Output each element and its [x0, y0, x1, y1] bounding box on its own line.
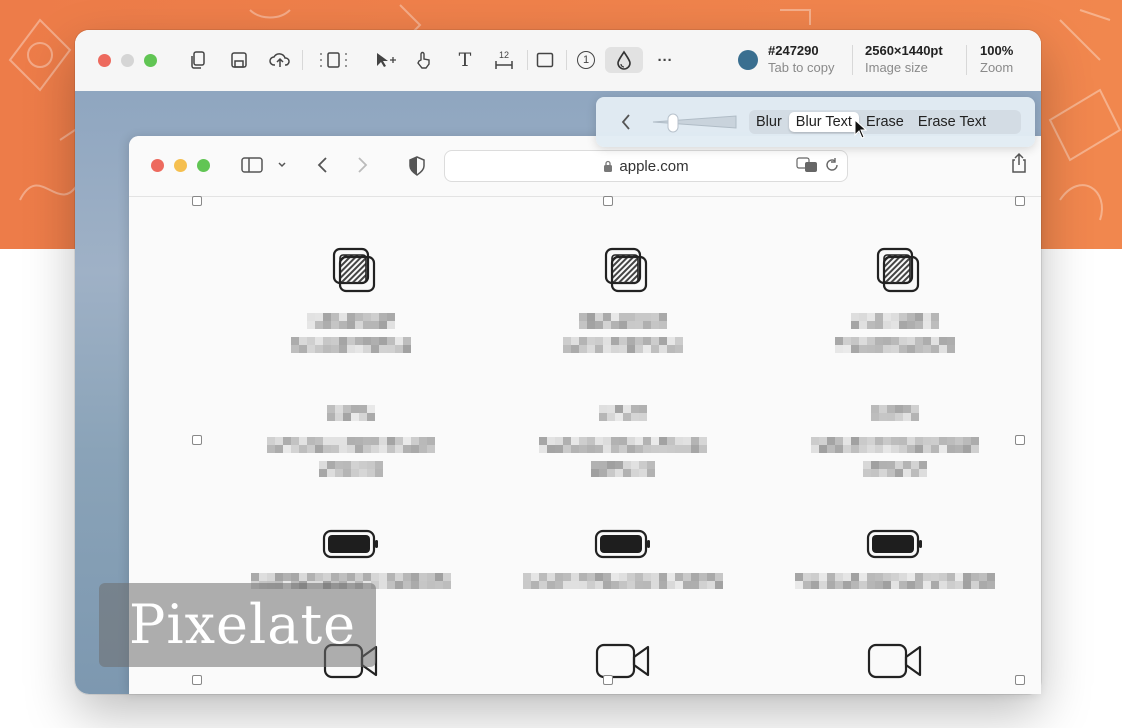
image-size-value: 2560×1440pt — [865, 43, 943, 58]
pixelated-text — [599, 405, 647, 421]
close-button[interactable] — [98, 54, 111, 67]
selection-handle[interactable] — [192, 196, 202, 206]
pixelate-options-popover: Blur Blur Text Erase Erase Text — [596, 97, 1035, 147]
pixelated-text — [307, 313, 395, 329]
zoom-info[interactable]: 100% Zoom — [980, 43, 1013, 75]
lock-icon — [604, 160, 613, 172]
toolbar-separator — [302, 50, 303, 70]
forward-icon[interactable] — [357, 156, 369, 179]
image-size-label: Image size — [865, 60, 928, 75]
color-info[interactable]: #247290 Tab to copy — [768, 43, 835, 75]
battery-icon — [594, 529, 650, 559]
size-slider[interactable] — [652, 112, 738, 139]
layers-icon — [876, 247, 920, 293]
selection-handle[interactable] — [192, 435, 202, 445]
pixelated-text — [291, 337, 411, 353]
mode-blur[interactable]: Blur — [749, 112, 789, 132]
zoom-button[interactable] — [144, 54, 157, 67]
mode-erase-text[interactable]: Erase Text — [911, 112, 993, 132]
select-arrow-icon[interactable] — [370, 47, 402, 73]
battery-icon — [322, 529, 378, 559]
privacy-shield-icon[interactable] — [408, 156, 426, 181]
ruler-value: 12 — [498, 49, 509, 60]
mouse-cursor-icon — [854, 118, 868, 144]
battery-icon — [866, 529, 922, 559]
text-tool-icon[interactable]: T — [451, 47, 479, 73]
toolbar-separator — [966, 45, 967, 75]
minimize-button[interactable] — [121, 54, 134, 67]
pixelated-text — [835, 337, 955, 353]
pixelated-text — [523, 573, 723, 589]
toolbar-separator — [566, 50, 567, 70]
pixelated-text — [863, 461, 927, 477]
reload-icon[interactable] — [824, 157, 840, 173]
selection-handle[interactable] — [603, 675, 613, 685]
ruler-icon[interactable]: 12 — [490, 47, 518, 73]
url-text: apple.com — [619, 157, 689, 175]
zoom-value: 100% — [980, 43, 1014, 58]
color-hex: #247290 — [768, 43, 819, 58]
toolbar-separator — [852, 45, 853, 75]
selection-handle[interactable] — [1015, 675, 1025, 685]
pixelated-text — [795, 573, 995, 589]
pixelated-text — [811, 437, 979, 453]
mode-segmented-control: Blur Blur Text Erase Erase Text — [749, 110, 1021, 134]
browser-minimize-button[interactable] — [174, 159, 187, 172]
save-icon[interactable] — [225, 47, 253, 73]
translate-icon[interactable] — [796, 157, 818, 173]
pixelated-text — [319, 461, 383, 477]
video-camera-icon — [595, 643, 650, 679]
video-camera-icon — [867, 643, 922, 679]
more-icon[interactable]: ··· — [651, 47, 679, 73]
layers-icon — [604, 247, 648, 293]
pixelated-text — [579, 313, 667, 329]
pixelated-text — [539, 437, 707, 453]
address-bar[interactable]: apple.com — [444, 150, 848, 182]
crop-icon[interactable] — [316, 47, 352, 73]
browser-zoom-button[interactable] — [197, 159, 210, 172]
color-swatch[interactable] — [738, 50, 758, 70]
chevron-left-icon[interactable] — [621, 113, 631, 136]
pixelated-text — [327, 405, 375, 421]
pixelated-text — [871, 405, 919, 421]
layers-icon — [332, 247, 376, 293]
back-icon[interactable] — [316, 156, 328, 179]
selection-handle[interactable] — [603, 196, 613, 206]
copy-icon[interactable] — [184, 47, 212, 73]
cloud-upload-icon[interactable] — [266, 47, 294, 73]
browser-close-button[interactable] — [151, 159, 164, 172]
step-counter-icon[interactable]: 1 — [572, 47, 600, 73]
color-hint: Tab to copy — [768, 60, 835, 75]
selection-handle[interactable] — [1015, 435, 1025, 445]
pixelated-text — [267, 437, 435, 453]
selection-handle[interactable] — [1015, 196, 1025, 206]
sidebar-icon[interactable] — [241, 156, 287, 179]
pixelated-text — [851, 313, 939, 329]
zoom-label: Zoom — [980, 60, 1014, 75]
step-number: 1 — [577, 51, 595, 69]
selection-handle[interactable] — [192, 675, 202, 685]
mode-blur-text[interactable]: Blur Text — [788, 112, 859, 132]
image-size-info: 2560×1440pt Image size — [865, 43, 943, 75]
pixelated-text — [591, 461, 655, 477]
pixelate-drop-icon[interactable] — [605, 47, 643, 73]
toolbar: T 12 1 ··· #247290 Tab to copy 2560×1440… — [75, 30, 1041, 92]
toolbar-separator — [527, 50, 528, 70]
hand-pointer-icon[interactable] — [410, 47, 438, 73]
pixelate-badge: Pixelate — [99, 583, 376, 667]
rectangle-icon[interactable] — [531, 47, 559, 73]
pixelated-text — [563, 337, 683, 353]
share-icon[interactable] — [1010, 152, 1028, 179]
